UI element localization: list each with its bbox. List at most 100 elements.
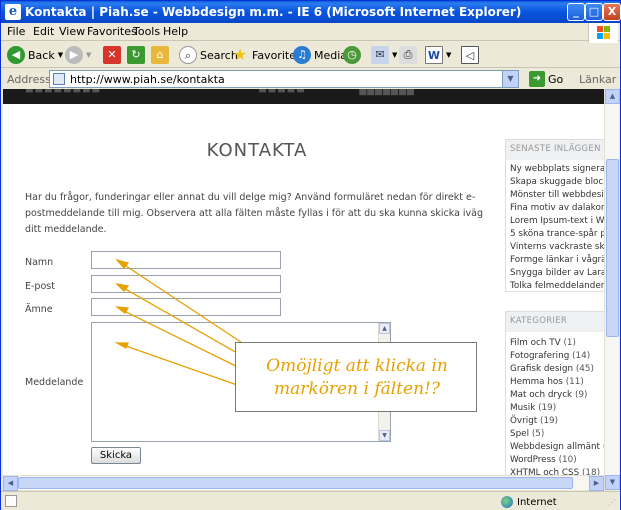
category-item[interactable]: Fotografering (14) [510, 351, 590, 361]
recent-post-link[interactable]: Ny webbplats signerad [510, 164, 604, 174]
star-icon: ★ [232, 45, 248, 64]
category-name: Övrigt [510, 416, 538, 426]
scroll-up-icon[interactable]: ▲ [605, 89, 620, 104]
address-label: Address [7, 73, 51, 86]
title-bar[interactable]: e Kontakta | Piah.se - Webbdesign m.m. -… [1, 1, 621, 23]
stop-button[interactable]: ✕ [103, 45, 121, 65]
recent-post-link[interactable]: 5 sköna trance-spår på [510, 229, 604, 239]
name-field[interactable] [91, 251, 281, 269]
sidebar: SENASTE INLÄGGEN Ny webbplats signerad Sk… [505, 139, 604, 490]
menu-favorites[interactable]: Favorites [87, 25, 137, 38]
home-button[interactable]: ⌂ [151, 45, 169, 65]
windows-flag-icon [588, 23, 618, 43]
subject-field[interactable] [91, 298, 281, 316]
chevron-down-icon[interactable]: ▼ [502, 71, 518, 87]
toolbar: ◀ Back ▼ ▶ ▼ ✕ ↻ ⌂ ⌕ Search ★ Favorites … [1, 42, 620, 68]
maximize-button[interactable]: □ [585, 3, 603, 21]
annotation-callout: Omöjligt att klicka in markören i fälten… [235, 342, 477, 412]
history-icon: ◷ [343, 46, 361, 64]
back-arrow-icon: ◀ [7, 46, 25, 64]
vertical-scrollbar[interactable]: ▲ ▼ [604, 89, 620, 490]
recent-post-link[interactable]: Mönster till webbdesign [510, 190, 604, 200]
security-zone: Internet [501, 496, 557, 508]
category-count: (11) [565, 377, 584, 387]
print-button[interactable]: ⎙ [399, 45, 417, 65]
category-name: Webbdesign allmänt [510, 442, 601, 452]
back-button[interactable]: ◀ Back ▼ [7, 45, 63, 65]
media-icon: ♫ [293, 46, 311, 64]
category-name: WordPress [510, 455, 556, 465]
recent-post-link[interactable]: Vinterns vackraste skrud [510, 242, 604, 252]
page-icon [5, 495, 17, 507]
chevron-down-icon: ▼ [446, 51, 452, 59]
recent-post-link[interactable]: Tolka felmeddelanden v [510, 281, 604, 291]
home-icon: ⌂ [151, 46, 169, 64]
scroll-down-icon[interactable]: ▼ [605, 475, 620, 490]
go-arrow-icon: ➜ [529, 71, 545, 87]
menu-tools[interactable]: Tools [133, 25, 160, 38]
window-title: Kontakta | Piah.se - Webbdesign m.m. - I… [25, 5, 522, 19]
edit-button[interactable]: W ▼ [425, 45, 451, 65]
site-banner: ▬▬▬▬▬▬▬▬ ▬▬▬▬▬ ███████ [3, 89, 604, 104]
print-icon: ⎙ [399, 46, 417, 64]
close-button[interactable]: X [603, 3, 621, 21]
email-label: E-post [25, 281, 55, 292]
category-item[interactable]: Hemma hos (11) [510, 377, 584, 387]
recent-post-link[interactable]: Formge länkar i vågrät r [510, 255, 604, 265]
address-bar: Address http://www.piah.se/kontakta ▼ ➜ … [1, 69, 620, 89]
recent-post-link[interactable]: Fina motiv av dalakonst [510, 203, 604, 213]
category-count: (1) [563, 338, 576, 348]
category-item[interactable]: Film och TV (1) [510, 338, 576, 348]
scroll-left-icon[interactable]: ◀ [3, 476, 18, 491]
category-item[interactable]: Webbdesign allmänt (2 [510, 442, 604, 452]
mail-button[interactable]: ✉ ▼ [371, 45, 397, 65]
scroll-up-icon[interactable]: ▲ [379, 323, 390, 334]
horizontal-scrollbar[interactable]: ◀ ▶ [3, 475, 604, 491]
menu-help[interactable]: Help [163, 25, 188, 38]
category-item[interactable]: Musik (19) [510, 403, 556, 413]
resize-grip-icon[interactable]: ⋰ [608, 498, 618, 508]
menu-file[interactable]: File [7, 25, 25, 38]
menu-view[interactable]: View [59, 25, 85, 38]
recent-post-link[interactable]: Snygga bilder av Lara C [510, 268, 604, 278]
scroll-down-icon[interactable]: ▼ [379, 430, 390, 441]
discuss-icon: ◁ [461, 46, 479, 64]
go-button[interactable]: ➜ Go [529, 71, 563, 87]
favorites-button[interactable]: ★ Favorites [231, 45, 302, 65]
discuss-button[interactable]: ◁ [461, 45, 479, 65]
category-name: Musik [510, 403, 536, 413]
search-button[interactable]: ⌕ Search [179, 45, 238, 65]
links-toolbar[interactable]: Länkar [579, 73, 616, 86]
category-name: Film och TV [510, 338, 561, 348]
category-count: (14) [572, 351, 591, 361]
ie-window: e Kontakta | Piah.se - Webbdesign m.m. -… [0, 0, 621, 510]
history-button[interactable]: ◷ [343, 45, 361, 65]
page-icon [53, 73, 65, 85]
minimize-button[interactable]: _ [567, 3, 585, 21]
email-field[interactable] [91, 275, 281, 293]
category-item[interactable]: Mat och dryck (9) [510, 390, 587, 400]
forward-button[interactable]: ▶ ▼ [65, 45, 91, 65]
address-input[interactable]: http://www.piah.se/kontakta ▼ [49, 70, 519, 88]
scroll-right-icon[interactable]: ▶ [589, 476, 604, 491]
menu-edit[interactable]: Edit [33, 25, 54, 38]
chevron-down-icon: ▼ [392, 51, 398, 59]
refresh-button[interactable]: ↻ [127, 45, 145, 65]
scroll-thumb[interactable] [606, 159, 619, 337]
subject-label: Ämne [25, 304, 53, 315]
submit-button[interactable]: Skicka [91, 447, 141, 464]
category-item[interactable]: WordPress (10) [510, 455, 577, 465]
scroll-thumb[interactable] [18, 477, 573, 489]
stop-icon: ✕ [103, 46, 121, 64]
category-name: Hemma hos [510, 377, 563, 387]
page-body: KONTAKTA Har du frågor, funderingar elle… [11, 104, 604, 490]
recent-post-link[interactable]: Skapa skuggade block r [510, 177, 604, 187]
recent-post-link[interactable]: Lorem Ipsum-text i Word [510, 216, 604, 226]
status-bar: Internet ⋰ [1, 491, 620, 510]
category-item[interactable]: Övrigt (19) [510, 416, 558, 426]
category-count: (19) [538, 403, 557, 413]
category-count: (9) [574, 390, 588, 400]
media-button[interactable]: ♫ Media [293, 45, 347, 65]
category-item[interactable]: Grafisk design (45) [510, 364, 594, 374]
category-item[interactable]: Spel (5) [510, 429, 544, 439]
